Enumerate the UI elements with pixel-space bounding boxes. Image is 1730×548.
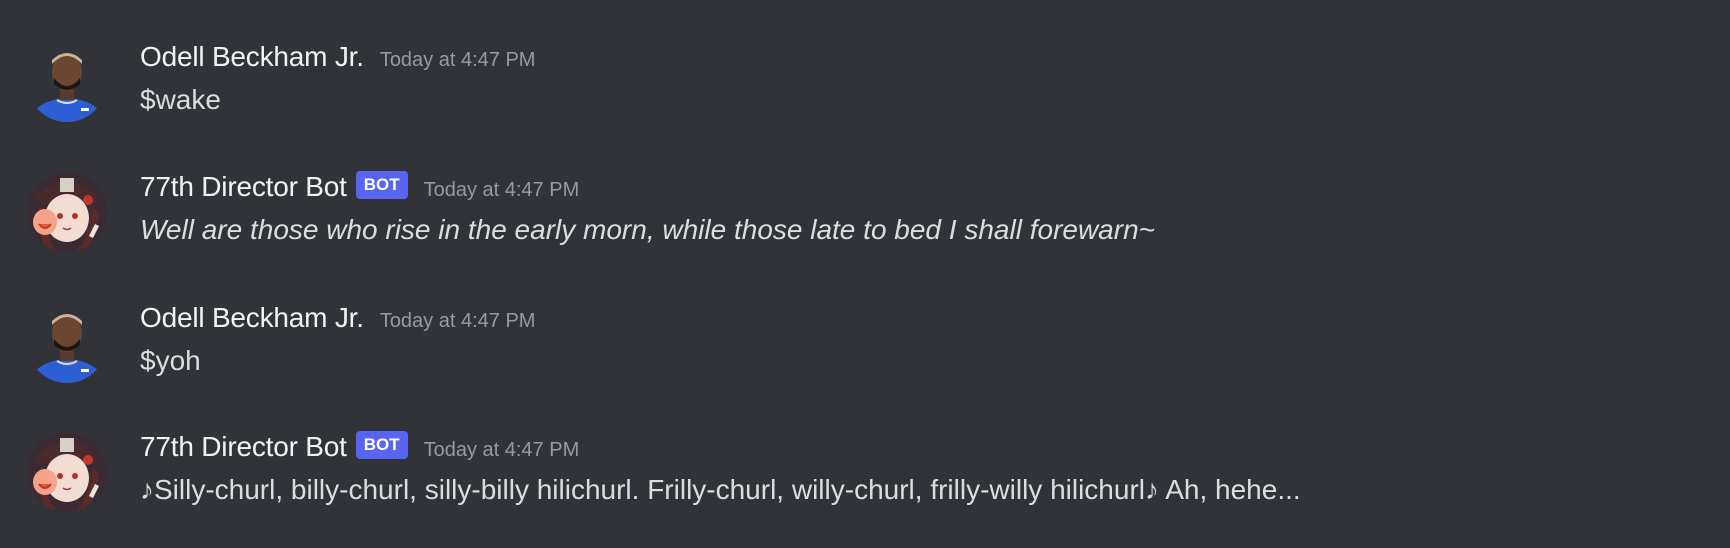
message-item: 77th Director Bot BOT Today at 4:47 PM ♪…	[0, 430, 1730, 540]
message-item: Odell Beckham Jr. Today at 4:47 PM $yoh	[0, 301, 1730, 411]
anime-character-avatar-icon[interactable]	[27, 432, 107, 512]
message-item: Odell Beckham Jr. Today at 4:47 PM $wake	[0, 40, 1730, 150]
bot-tag: BOT	[355, 171, 408, 199]
player-avatar-icon[interactable]	[27, 303, 107, 383]
timestamp[interactable]: Today at 4:47 PM	[424, 439, 580, 462]
username[interactable]: Odell Beckham Jr.	[140, 302, 364, 334]
message-content: ♪Silly-churl, billy-churl, silly-billy h…	[140, 474, 1301, 505]
timestamp[interactable]: Today at 4:47 PM	[424, 179, 580, 202]
message-header: Odell Beckham Jr. Today at 4:47 PM	[140, 40, 535, 74]
message-header: 77th Director Bot BOT Today at 4:47 PM	[140, 170, 579, 204]
timestamp[interactable]: Today at 4:47 PM	[380, 310, 536, 333]
timestamp[interactable]: Today at 4:47 PM	[380, 49, 536, 72]
message-header: 77th Director Bot BOT Today at 4:47 PM	[140, 430, 579, 464]
username[interactable]: 77th Director Bot	[140, 171, 347, 203]
message-content: Well are those who rise in the early mor…	[140, 214, 1155, 245]
username[interactable]: Odell Beckham Jr.	[140, 41, 364, 73]
anime-character-avatar-icon[interactable]	[27, 172, 107, 252]
username[interactable]: 77th Director Bot	[140, 431, 347, 463]
message-content: $yoh	[140, 345, 201, 376]
message-item: 77th Director Bot BOT Today at 4:47 PM W…	[0, 170, 1730, 280]
message-content: $wake	[140, 84, 221, 115]
message-header: Odell Beckham Jr. Today at 4:47 PM	[140, 301, 535, 335]
chat-messages: Odell Beckham Jr. Today at 4:47 PM $wake	[0, 0, 1730, 548]
player-avatar-icon[interactable]	[27, 42, 107, 122]
bot-tag: BOT	[355, 431, 408, 459]
